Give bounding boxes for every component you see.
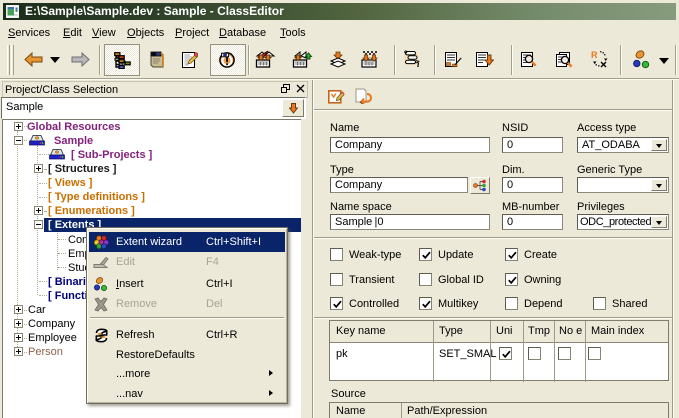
svg-text:i: i (417, 59, 420, 68)
svg-text:R: R (591, 50, 598, 60)
